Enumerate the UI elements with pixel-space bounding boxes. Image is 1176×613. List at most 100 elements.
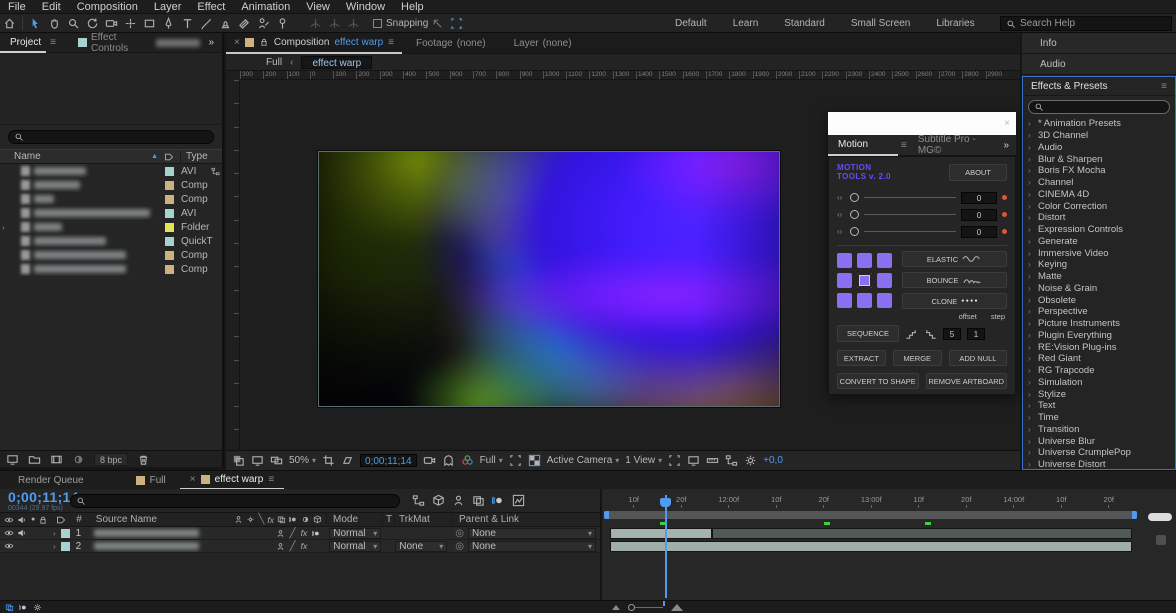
sequence-reverse-icon[interactable] [924, 327, 937, 340]
sequence-button[interactable]: SEQUENCE [837, 325, 899, 342]
lock-icon[interactable] [259, 37, 269, 47]
effects-category[interactable]: › Universe Blur [1023, 435, 1175, 447]
channels-icon[interactable] [461, 454, 474, 467]
expand-chevron-icon[interactable]: › [1028, 366, 1034, 375]
comp-marker[interactable] [824, 522, 830, 525]
tab-menu-icon[interactable]: ≡ [388, 37, 394, 48]
hide-shy-layers-icon[interactable] [452, 494, 465, 507]
selection-tool-icon[interactable] [26, 15, 45, 32]
menu-item[interactable]: Help [393, 1, 432, 13]
layer-shy-icon[interactable] [276, 542, 285, 551]
effects-category[interactable]: › Keying [1023, 259, 1175, 271]
workspace-tab[interactable]: Small Screen [838, 18, 923, 29]
label-swatch[interactable] [165, 181, 174, 190]
local-axis-mode-icon[interactable] [306, 15, 325, 32]
menu-item[interactable]: Edit [34, 1, 69, 13]
layer-label-swatch[interactable] [61, 529, 70, 538]
hand-tool-icon[interactable] [45, 15, 64, 32]
close-tab-icon[interactable]: × [190, 474, 196, 485]
effects-category[interactable]: › Obsolete [1023, 294, 1175, 306]
breadcrumb-current[interactable]: effect warp [301, 56, 372, 69]
home-icon[interactable] [0, 15, 19, 32]
slider-indicator[interactable] [1002, 212, 1007, 217]
label-swatch[interactable] [165, 251, 174, 260]
menu-item[interactable]: Window [338, 1, 393, 13]
effects-category[interactable]: › Universe CrumplePop [1023, 447, 1175, 459]
label-column-icon[interactable] [164, 152, 174, 162]
effects-category[interactable]: › Audio [1023, 142, 1175, 154]
guides-icon[interactable] [668, 454, 681, 467]
transparency-grid-icon[interactable] [528, 454, 541, 467]
slider-knob[interactable] [850, 210, 859, 219]
project-row[interactable]: › Comp [0, 248, 222, 262]
tab-project[interactable]: Project [0, 33, 46, 53]
expand-chevron-icon[interactable]: › [1028, 331, 1034, 340]
eraser-tool-icon[interactable] [235, 15, 254, 32]
safe-margins-icon[interactable] [322, 454, 335, 467]
label-swatch[interactable] [165, 209, 174, 218]
layer-expand-chevron[interactable]: › [53, 529, 56, 538]
slider-value-input[interactable]: 0 [961, 209, 997, 221]
workspace-tab[interactable]: Default [662, 18, 720, 29]
effects-category[interactable]: › Channel [1023, 177, 1175, 189]
expand-chevron-icon[interactable]: › [1028, 390, 1034, 399]
resolution-dropdown[interactable]: Full▾ [480, 455, 503, 466]
tab-composition[interactable]: × Composition effect warp ≡ [226, 33, 402, 54]
composition-frame[interactable] [318, 151, 780, 407]
adjustment-icon[interactable] [72, 453, 85, 466]
rotation-tool-icon[interactable] [83, 15, 102, 32]
effects-category[interactable]: › Picture Instruments [1023, 318, 1175, 330]
layer-fx-icon[interactable]: fx [301, 541, 308, 551]
motion-blur-switch-icon[interactable] [289, 515, 298, 524]
anchor-grid[interactable] [837, 253, 892, 308]
menu-item[interactable]: File [0, 1, 34, 13]
expand-chevron-icon[interactable]: › [1028, 178, 1034, 187]
project-row[interactable]: › Folder [0, 220, 222, 234]
slider-value-input[interactable]: 0 [961, 226, 997, 238]
fx-switch-icon[interactable]: fx [267, 515, 274, 525]
tab-layer[interactable]: Layer(none) [500, 38, 586, 49]
close-tab-icon[interactable]: × [234, 37, 240, 48]
layer-expand-chevron[interactable]: › [53, 542, 56, 551]
work-area-end-handle[interactable] [1132, 511, 1137, 519]
always-preview-icon[interactable] [232, 454, 245, 467]
effects-category[interactable]: › Generate [1023, 236, 1175, 248]
region-of-interest-icon[interactable] [509, 454, 522, 467]
slider-mode-icon[interactable]: ‹› [837, 227, 845, 236]
menu-item[interactable]: Composition [69, 1, 146, 13]
scroll-grip-icon[interactable] [1156, 535, 1166, 545]
slider-indicator[interactable] [1002, 229, 1007, 234]
pixel-aspect-icon[interactable] [687, 454, 700, 467]
camera-tool-icon[interactable] [102, 15, 121, 32]
slider-knob[interactable] [850, 193, 859, 202]
slider-mode-icon[interactable]: ‹› [837, 193, 845, 202]
effects-category[interactable]: › Color Correction [1023, 200, 1175, 212]
expand-chevron-icon[interactable]: › [1028, 131, 1034, 140]
expand-chevron-icon[interactable]: › [1028, 119, 1034, 128]
layer-row[interactable]: › 1 ╱ fx Normal▾ ▾ ◎ None▾ [0, 527, 600, 540]
project-row[interactable]: › Comp [0, 192, 222, 206]
timeline-search-input[interactable] [70, 494, 400, 508]
interpret-footage-icon[interactable] [6, 453, 19, 466]
effects-category[interactable]: › Text [1023, 400, 1175, 412]
bounce-button[interactable]: BOUNCE [902, 272, 1007, 288]
solo-column-icon[interactable]: ● [31, 516, 35, 523]
effects-category[interactable]: › Distort [1023, 212, 1175, 224]
project-search-input[interactable] [8, 130, 214, 144]
tab-motion-tools[interactable]: Motion Tools 2 [828, 135, 898, 156]
show-snapshot-icon[interactable] [442, 454, 455, 467]
expand-chevron-icon[interactable]: › [1028, 401, 1034, 410]
effects-category[interactable]: › Transition [1023, 424, 1175, 436]
panel-menu-icon[interactable]: ≡ [898, 140, 910, 151]
more-tabs-chevron[interactable]: » [200, 37, 222, 48]
effects-presets-title[interactable]: Effects & Presets [1031, 81, 1108, 92]
playhead-line[interactable] [665, 495, 667, 598]
anchor-tile[interactable] [837, 253, 852, 268]
expand-chevron-icon[interactable]: › [1028, 190, 1034, 199]
info-panel-header[interactable]: Info [1022, 33, 1176, 54]
search-help-field[interactable]: Search Help [1000, 16, 1172, 31]
layer-quality-icon[interactable]: ╱ [290, 528, 296, 539]
blend-mode-dropdown[interactable]: Normal▾ [329, 541, 381, 552]
effects-category[interactable]: › Immersive Video [1023, 247, 1175, 259]
expand-chevron-icon[interactable]: › [1028, 260, 1034, 269]
